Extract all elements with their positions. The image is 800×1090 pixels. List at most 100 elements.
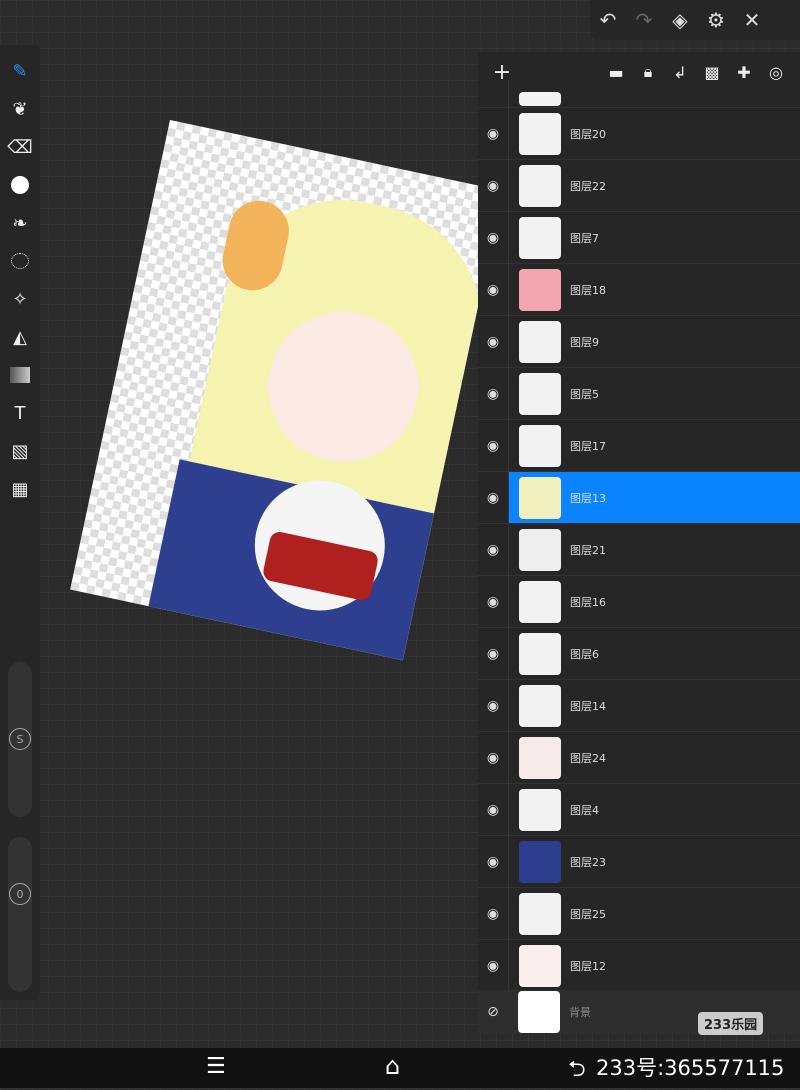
layer-row[interactable]: ◉ 图层7 xyxy=(478,212,800,264)
layer-row[interactable]: ◉ 图层16 xyxy=(478,576,800,628)
back-icon[interactable]: ⮌ xyxy=(568,1052,586,1090)
layer-thumbnail xyxy=(519,684,561,727)
home-icon[interactable]: ⌂ xyxy=(385,1052,400,1080)
layer-row-partial[interactable] xyxy=(478,80,800,108)
eye-icon[interactable]: ◉ xyxy=(478,438,508,454)
menu-icon[interactable]: ☰ xyxy=(206,1054,226,1079)
smudge-icon[interactable]: ❦ xyxy=(6,95,34,123)
eye-icon[interactable]: ◉ xyxy=(478,958,508,974)
layer-name: 图层6 xyxy=(570,647,599,661)
redo-icon[interactable]: ↷ xyxy=(626,0,662,40)
opacity-slider[interactable]: 0 xyxy=(8,837,32,992)
layer-row[interactable]: ◉ 图层13 xyxy=(478,472,800,524)
fill-icon[interactable]: ◭ xyxy=(6,323,34,351)
eye-icon[interactable]: ◉ xyxy=(478,854,508,870)
image-import-icon[interactable]: ▧ xyxy=(6,437,34,465)
layer-name: 图层21 xyxy=(570,543,606,557)
layer-thumbnail xyxy=(519,476,561,519)
watermark-logo: 233乐园 xyxy=(698,1012,764,1035)
magic-wand-icon[interactable]: ✧ xyxy=(6,285,34,313)
layer-row[interactable]: ◉ 图层25 xyxy=(478,888,800,940)
layer-name: 图层9 xyxy=(570,335,599,349)
layer-thumbnail xyxy=(519,892,561,935)
close-icon[interactable]: ✕ xyxy=(734,0,770,40)
eye-icon[interactable]: ◉ xyxy=(478,334,508,350)
eye-icon[interactable]: ◉ xyxy=(478,750,508,766)
pin-icon[interactable]: ✚ xyxy=(728,63,760,82)
layer-row[interactable]: ◉ 图层4 xyxy=(478,784,800,836)
eye-icon[interactable]: ◉ xyxy=(478,906,508,922)
eye-hidden-icon[interactable]: ⊘ xyxy=(478,1004,508,1020)
layer-row[interactable]: ◉ 图层12 xyxy=(478,940,800,992)
system-nav-bar: ☰ ⌂ ⮌ 233号:365577115 xyxy=(0,1048,800,1088)
layer-thumbnail xyxy=(519,840,561,883)
eye-icon[interactable]: ◉ xyxy=(478,698,508,714)
layer-row[interactable]: ◉ 图层20 xyxy=(478,108,800,160)
undo-icon[interactable]: ↶ xyxy=(590,0,626,40)
eye-icon[interactable]: ◉ xyxy=(478,230,508,246)
opacity-knob[interactable]: 0 xyxy=(9,883,31,905)
layer-name: 图层22 xyxy=(570,179,606,193)
eye-icon[interactable]: ◉ xyxy=(478,646,508,662)
brush-size-slider[interactable]: S xyxy=(8,662,32,817)
top-toolbar: ↶ ↷ ◈ ⚙ ✕ xyxy=(590,0,800,40)
layer-row[interactable]: ◉ 图层6 xyxy=(478,628,800,680)
layer-row[interactable]: ◉ 图层24 xyxy=(478,732,800,784)
layer-thumbnail xyxy=(519,424,561,467)
eye-icon[interactable]: ◉ xyxy=(478,490,508,506)
layer-row[interactable]: ◉ 图层5 xyxy=(478,368,800,420)
brush-icon[interactable]: ✎ xyxy=(6,57,34,85)
layer-name: 图层5 xyxy=(570,387,599,401)
layer-name: 图层16 xyxy=(570,595,606,609)
layer-name: 图层24 xyxy=(570,751,606,765)
layer-thumbnail xyxy=(519,372,561,415)
layer-name: 图层18 xyxy=(570,283,606,297)
target-icon[interactable]: ◎ xyxy=(760,63,792,82)
gear-icon[interactable]: ⚙ xyxy=(698,0,734,40)
eraser-icon[interactable]: ⌫ xyxy=(6,133,34,161)
layer-name: 图层13 xyxy=(570,491,606,505)
tool-sidebar: ✎ ❦ ⌫ ❧ ✧ ◭ T ▧ ▦ S 0 xyxy=(0,45,40,1000)
eye-icon[interactable]: ◉ xyxy=(478,126,508,142)
layer-row[interactable]: ◉ 图层18 xyxy=(478,264,800,316)
grid-icon[interactable]: ▦ xyxy=(6,475,34,503)
eye-icon[interactable]: ◉ xyxy=(478,542,508,558)
eye-icon[interactable]: ◉ xyxy=(478,282,508,298)
lasso-icon[interactable] xyxy=(6,247,34,275)
layer-row[interactable]: ◉ 图层17 xyxy=(478,420,800,472)
layers-icon[interactable]: ◈ xyxy=(662,0,698,40)
text-icon[interactable]: T xyxy=(6,399,34,427)
layers-panel: + ▬ 🔒︎ ↲ ▩ ✚ ◎ ◉ 图层20 ◉ 图层22 ◉ 图层7 ◉ 图层18 ◉ 图层9 ◉ 图… xyxy=(478,52,800,1035)
layer-name: 背景 xyxy=(569,1006,591,1019)
layer-name: 图层14 xyxy=(570,699,606,713)
layer-row[interactable]: ◉ 图层21 xyxy=(478,524,800,576)
transparency-icon[interactable]: ▩ xyxy=(696,63,728,82)
eye-icon[interactable]: ◉ xyxy=(478,802,508,818)
eye-icon[interactable]: ◉ xyxy=(478,386,508,402)
layer-thumbnail xyxy=(519,580,561,623)
size-knob[interactable]: S xyxy=(9,728,31,750)
eye-icon[interactable]: ◉ xyxy=(478,178,508,194)
merge-down-icon[interactable]: ↲ xyxy=(664,63,696,82)
layer-thumbnail xyxy=(519,788,561,831)
layer-thumbnail xyxy=(519,632,561,675)
layer-thumbnail xyxy=(519,736,561,779)
gradient-icon[interactable] xyxy=(6,361,34,389)
layer-row[interactable]: ◉ 图层9 xyxy=(478,316,800,368)
leaf-brush-icon[interactable]: ❧ xyxy=(6,209,34,237)
canvas-artwork[interactable] xyxy=(70,120,503,661)
eye-icon[interactable]: ◉ xyxy=(478,594,508,610)
layer-row[interactable]: ◉ 图层14 xyxy=(478,680,800,732)
layer-name: 图层4 xyxy=(570,803,599,817)
layer-name: 图层25 xyxy=(570,907,606,921)
layer-row[interactable]: ◉ 图层23 xyxy=(478,836,800,888)
layer-name: 图层17 xyxy=(570,439,606,453)
layer-thumbnail xyxy=(519,216,561,259)
folder-icon[interactable]: ▬ xyxy=(600,63,632,82)
layer-name: 图层20 xyxy=(570,127,606,141)
layer-thumbnail xyxy=(519,320,561,363)
color-icon[interactable] xyxy=(6,171,34,199)
layer-name: 图层7 xyxy=(570,231,599,245)
layer-row[interactable]: ◉ 图层22 xyxy=(478,160,800,212)
lock-icon[interactable]: 🔒︎ xyxy=(632,62,664,82)
